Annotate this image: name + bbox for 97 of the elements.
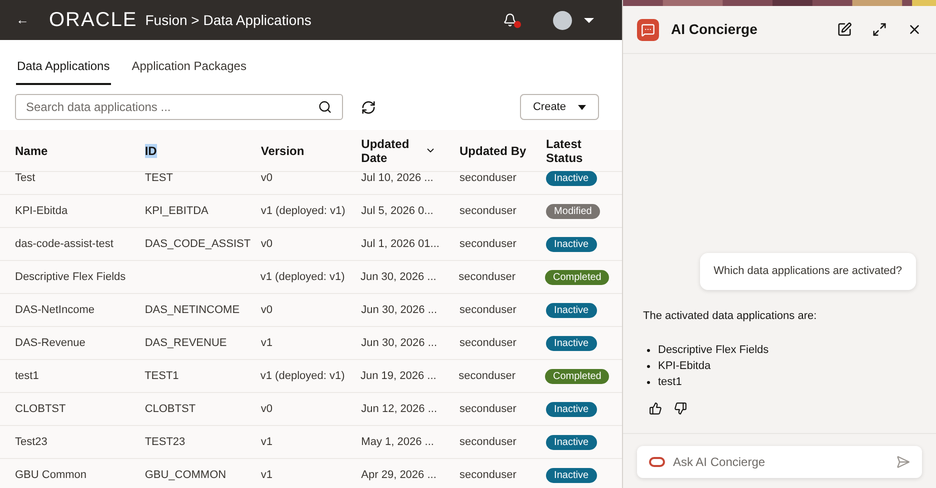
table-cell: CLOBTST <box>144 402 196 415</box>
table-cell: v0 <box>260 172 272 184</box>
table-cell: GBU_COMMON <box>144 468 226 481</box>
table-cell: GBU Common <box>15 468 87 481</box>
caret-icon <box>578 104 586 110</box>
status-badge: Inactive <box>546 434 597 450</box>
chat-input-text[interactable]: Ask AI Concierge <box>673 453 896 471</box>
oracle-logo: ORACLE <box>49 8 138 33</box>
table-cell: seconduser <box>460 172 516 184</box>
table-cell: May 1, 2026 ... <box>361 436 434 448</box>
status-badge: Inactive <box>546 402 597 417</box>
status-badge: Modified <box>546 204 600 219</box>
user-message: Which data applications are activated? <box>700 253 916 290</box>
bullet-icon <box>647 364 650 368</box>
table-cell: Jul 5, 2026 0... <box>361 204 434 217</box>
thumbs-up-icon[interactable] <box>649 402 662 415</box>
table-cell: das-code-assist-test <box>15 238 114 250</box>
table-cell: v1 <box>260 436 272 448</box>
chat-input[interactable]: Ask AI Concierge <box>637 446 922 478</box>
oracle-ring-icon <box>649 457 665 467</box>
table-cell: v0 <box>260 304 272 316</box>
table-cell: Test23 <box>15 436 48 448</box>
table-cell: Jun 19, 2026 ... <box>360 370 436 382</box>
table-cell: seconduser <box>460 468 516 481</box>
table-cell: seconduser <box>460 238 516 250</box>
table-cell: seconduser <box>458 370 516 382</box>
table-cell: Jun 12, 2026 ... <box>361 402 438 415</box>
bullet-icon <box>647 348 650 352</box>
table-cell: seconduser <box>458 270 516 283</box>
search-icon[interactable] <box>318 100 332 114</box>
refresh-icon[interactable] <box>361 100 376 114</box>
bullet-icon <box>647 380 650 384</box>
status-badge: Completed <box>545 270 610 285</box>
tab[interactable]: Data Applications <box>16 57 111 85</box>
table-cell: TEST <box>144 172 173 184</box>
table-cell: Apr 29, 2026 ... <box>361 468 436 481</box>
table-cell: seconduser <box>460 402 516 415</box>
table-cell: seconduser <box>460 336 516 349</box>
column-header[interactable]: Name <box>15 144 48 158</box>
table-cell: Jun 30, 2026 ... <box>361 304 438 316</box>
column-header[interactable]: Updated Date <box>361 136 412 164</box>
column-header[interactable]: Updated By <box>460 144 526 158</box>
page-title: Fusion > Data Applications <box>145 10 312 30</box>
table-cell: DAS-NetIncome <box>15 304 94 316</box>
table-cell: v1 <box>260 468 272 481</box>
table-cell: v1 (deployed: v1) <box>260 270 345 283</box>
table-cell: v1 (deployed: v1) <box>260 204 346 217</box>
table-cell: Jun 30, 2026 ... <box>361 336 438 349</box>
column-header[interactable]: Version <box>260 144 304 158</box>
table-cell: DAS_NETINCOME <box>144 304 240 316</box>
assistant-message: The activated data applications are: <box>643 308 818 324</box>
expand-icon[interactable] <box>872 22 887 37</box>
table-cell: Jul 10, 2026 ... <box>361 172 434 184</box>
status-badge: Inactive <box>546 236 597 252</box>
table-cell: KPI_EBITDA <box>144 204 208 217</box>
status-badge: Inactive <box>546 336 597 351</box>
table-cell: TEST23 <box>144 436 186 448</box>
send-icon[interactable] <box>896 455 910 469</box>
list-item: KPI-Ebitda <box>658 359 711 374</box>
table-cell: seconduser <box>460 304 516 316</box>
table-cell: TEST1 <box>144 370 179 382</box>
close-icon[interactable] <box>907 22 922 37</box>
search-input[interactable]: Search data applications ... <box>26 98 318 116</box>
table-cell: Test <box>15 172 36 184</box>
panel-title: AI Concierge <box>671 20 758 39</box>
table-cell: CLOBTST <box>15 402 66 415</box>
table-cell: v1 (deployed: v1) <box>260 370 345 382</box>
thumbs-down-icon[interactable] <box>674 402 687 415</box>
table-cell: Jun 30, 2026 ... <box>360 270 436 283</box>
table-cell: DAS_CODE_ASSIST <box>144 238 251 250</box>
status-badge: Inactive <box>546 170 597 186</box>
table-cell: Jul 1, 2026 01... <box>361 238 440 250</box>
column-header[interactable]: Latest Status <box>546 136 608 164</box>
create-button[interactable]: Create <box>520 94 599 120</box>
table-cell: v0 <box>260 402 272 415</box>
table-cell: DAS-Revenue <box>15 336 86 349</box>
status-badge: Inactive <box>546 468 597 483</box>
table-cell: seconduser <box>460 436 516 448</box>
status-badge: Completed <box>545 368 610 384</box>
new-chat-icon[interactable] <box>837 22 852 37</box>
chat-icon <box>637 18 659 40</box>
table-cell: DAS_REVENUE <box>144 336 227 349</box>
back-button[interactable]: ← <box>16 10 29 30</box>
table-cell: KPI-Ebitda <box>15 204 68 217</box>
list-item: Descriptive Flex Fields <box>658 343 769 358</box>
status-badge: Inactive <box>546 302 597 318</box>
tab[interactable]: Application Packages <box>130 57 248 85</box>
table-cell: test1 <box>15 370 39 382</box>
table-cell: Descriptive Flex Fields <box>15 270 126 283</box>
avatar-icon[interactable] <box>553 10 572 30</box>
search-field[interactable]: Search data applications ... <box>15 94 343 120</box>
table-cell: v1 <box>260 336 272 349</box>
table-cell: v0 <box>260 238 272 250</box>
table-cell: seconduser <box>460 204 516 217</box>
caret-icon[interactable] <box>584 18 594 22</box>
column-header[interactable]: ID <box>144 144 157 158</box>
list-item: test1 <box>658 375 682 390</box>
